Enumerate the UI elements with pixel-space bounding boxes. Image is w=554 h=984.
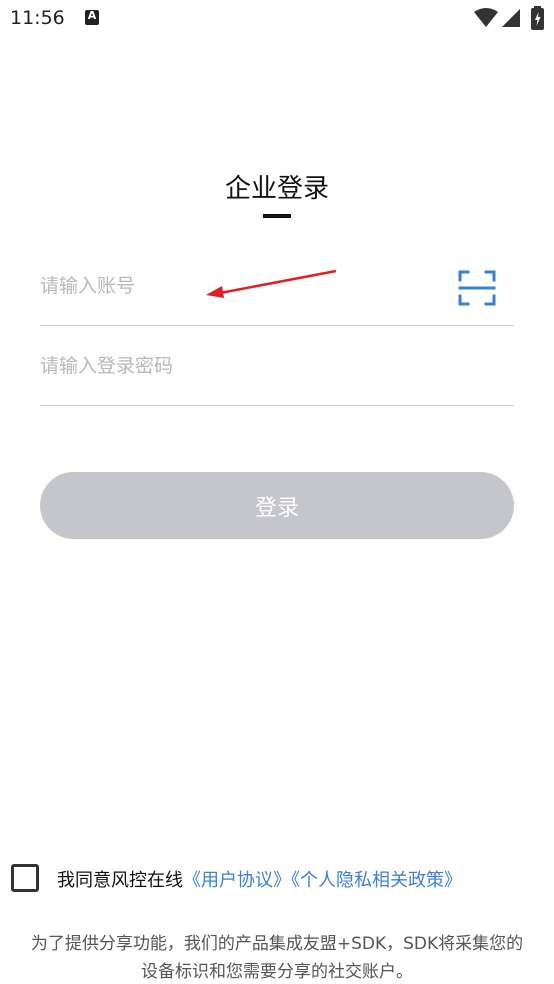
status-time: 11:56 xyxy=(10,7,65,29)
privacy-notice: 为了提供分享功能，我们的产品集成友盟+SDK，SDK将采集您的 设备标识和您需要… xyxy=(0,930,554,984)
annotation-arrow-icon xyxy=(206,269,337,298)
wifi-icon xyxy=(474,8,498,27)
scan-qr-icon[interactable] xyxy=(458,270,496,306)
privacy-notice-line2: 设备标识和您需要分享的社交账户。 xyxy=(141,962,413,982)
page-title: 企业登录 xyxy=(224,174,329,204)
notification-letter: A xyxy=(87,9,97,22)
notification-a-icon: A xyxy=(85,9,99,25)
agreement-prefix: 我同意风控在线 xyxy=(57,870,183,891)
cell-signal-icon xyxy=(502,9,520,27)
agreement-row: 我同意风控在线《用户协议》《个人隐私相关政策》 xyxy=(57,866,462,892)
battery-charging-icon xyxy=(531,6,544,30)
privacy-policy-link[interactable]: 《个人隐私相关政策》 xyxy=(291,870,462,891)
agree-checkbox[interactable] xyxy=(11,864,39,892)
status-bar: 11:56 A xyxy=(0,0,554,38)
password-input[interactable] xyxy=(40,348,500,384)
user-agreement-link[interactable]: 《用户协议》 xyxy=(183,870,291,891)
privacy-notice-line1: 为了提供分享功能，我们的产品集成友盟+SDK，SDK将采集您的 xyxy=(30,934,524,954)
password-field xyxy=(40,336,514,406)
title-underline xyxy=(263,214,291,218)
login-button[interactable]: 登录 xyxy=(40,472,514,539)
